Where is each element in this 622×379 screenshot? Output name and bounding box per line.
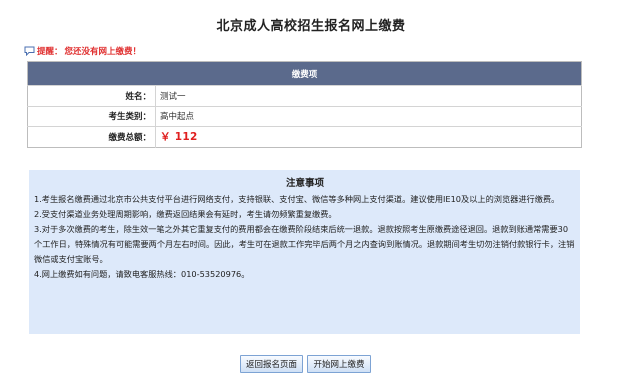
page-title: 北京成人高校招生报名网上缴费 [216, 19, 406, 34]
notice-panel: 注意事项 1.考生报名缴费通过北京市公共支付平台进行网络支付，支持银联、支付宝、… [29, 170, 580, 334]
payment-reminder: 提醒： 您还没有网上缴费！ [24, 45, 141, 57]
notice-item: 2.受支付渠道业务处理周期影响，缴费返回结果会有延时，考生请勿频繁重复缴费。 [34, 209, 337, 219]
name-value: 测试一 [155, 85, 582, 106]
notice-title: 注意事项 [285, 178, 324, 189]
fee-table-header-row: 缴费项 [27, 61, 582, 86]
notice-item: 4.网上缴费如有问题，请致电客服热线：010-53520976。 [34, 269, 250, 279]
fee-table: 缴费项 姓名： 测试一 考生类别： 高中起点 缴费总额： ￥ 112 [27, 61, 582, 148]
name-label: 姓名： [27, 85, 156, 106]
reminder-text: 您还没有网上缴费！ [64, 47, 142, 57]
back-to-registration-button[interactable]: 返回报名页面 [240, 355, 303, 373]
reminder-label: 提醒： [37, 47, 63, 57]
table-row: 缴费总额： ￥ 112 [27, 126, 582, 147]
total-label: 缴费总额： [27, 126, 156, 147]
speech-bubble-icon [24, 46, 35, 57]
category-value: 高中起点 [155, 105, 582, 127]
table-row: 考生类别： 高中起点 [27, 105, 582, 127]
category-label: 考生类别： [27, 105, 156, 127]
table-row: 姓名： 测试一 [27, 85, 582, 106]
total-amount: ￥ 112 [155, 126, 582, 147]
action-buttons: 返回报名页面 开始网上缴费 [240, 355, 371, 373]
notice-item: 3.对于多次缴费的考生，除生效一笔之外其它重复支付的费用都会在缴费阶段结束后统一… [34, 224, 575, 264]
notice-item: 1.考生报名缴费通过北京市公共支付平台进行网络支付，支持银联、支付宝、微信等多种… [34, 194, 560, 204]
fee-table-header: 缴费项 [27, 61, 582, 86]
start-payment-button[interactable]: 开始网上缴费 [307, 355, 371, 373]
